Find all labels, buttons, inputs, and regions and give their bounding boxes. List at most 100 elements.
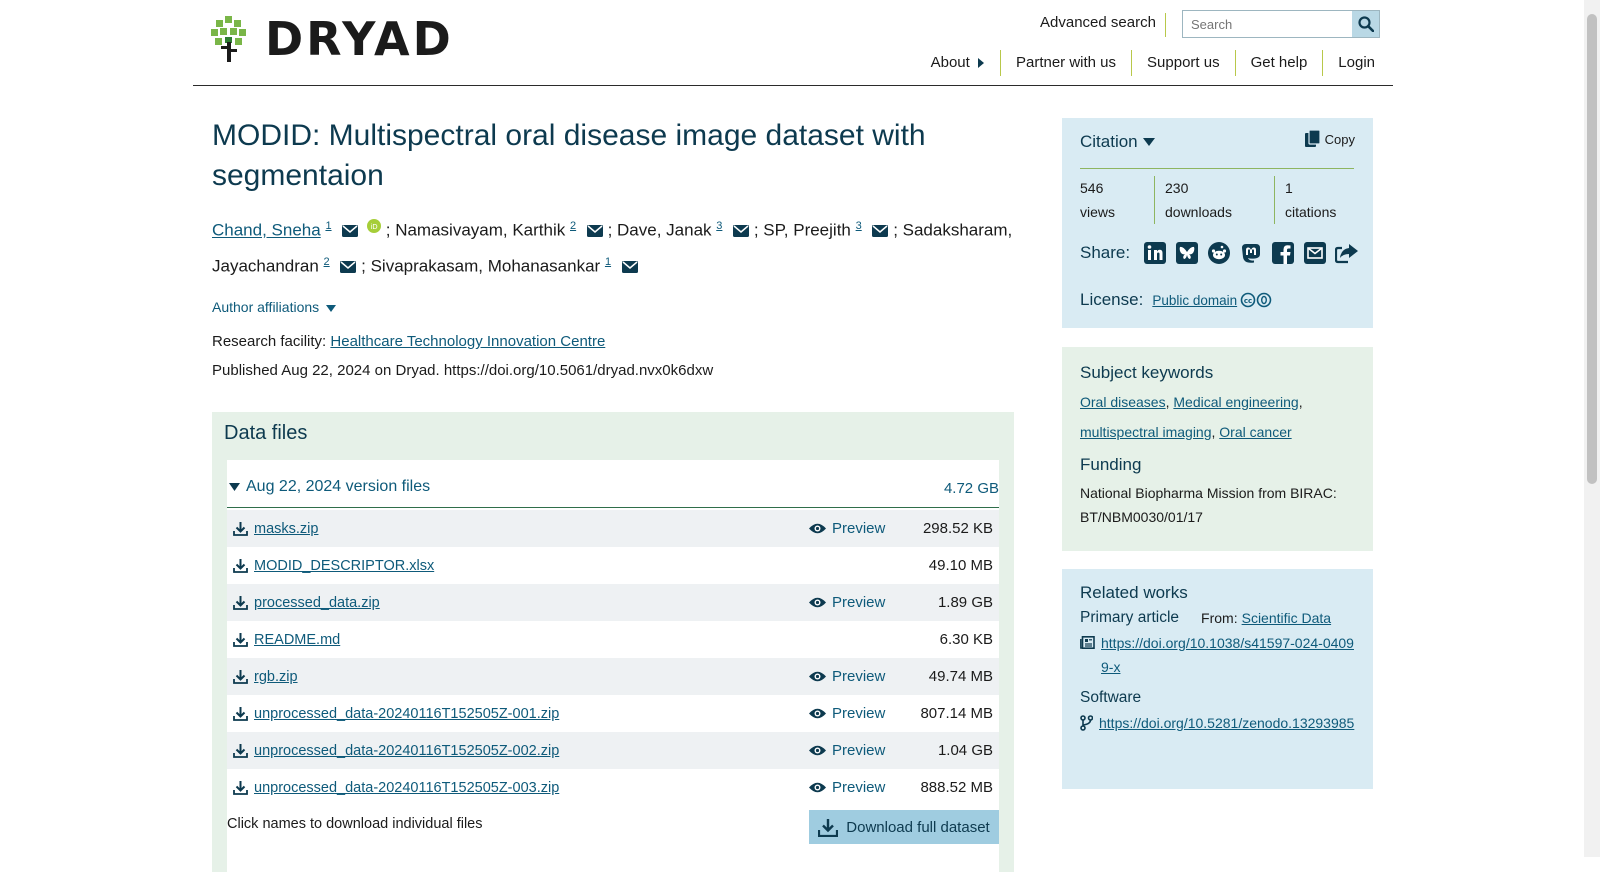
author-name: Dave, Janak — [617, 220, 712, 240]
divider — [1165, 13, 1166, 37]
data-files-list: Aug 22, 2024 version files 4.72 GB masks… — [227, 460, 999, 880]
scrollbar-thumb[interactable] — [1587, 14, 1597, 484]
keyword-link[interactable]: Oral cancer — [1219, 424, 1291, 440]
reddit-icon[interactable] — [1206, 240, 1232, 266]
preview-button[interactable]: Preview — [808, 510, 885, 547]
download-icon[interactable] — [233, 743, 248, 758]
svg-text:cc: cc — [1244, 297, 1252, 305]
nav-login[interactable]: Login — [1322, 50, 1375, 76]
citation-toggle[interactable]: Citation — [1080, 132, 1155, 152]
author-name-link[interactable]: Chand, Sneha — [212, 221, 321, 240]
eye-icon — [809, 745, 826, 756]
preview-button[interactable]: Preview — [808, 658, 885, 695]
affiliation-ref[interactable]: 1 — [605, 253, 611, 269]
nav-support[interactable]: Support us — [1131, 50, 1235, 76]
software-link[interactable]: https://doi.org/10.5281/zenodo.13293985 — [1099, 711, 1354, 735]
license-link[interactable]: Public domain — [1152, 293, 1237, 308]
affiliation-ref[interactable]: 3 — [856, 217, 862, 233]
file-name-link[interactable]: MODID_DESCRIPTOR.xlsx — [254, 558, 434, 574]
download-icon[interactable] — [233, 669, 248, 684]
page-title: MODID: Multispectral oral disease image … — [212, 119, 926, 192]
file-name-link[interactable]: masks.zip — [254, 521, 318, 537]
research-facility-link[interactable]: Healthcare Technology Innovation Centre — [330, 333, 605, 350]
file-name-link[interactable]: README.md — [254, 632, 340, 648]
svg-text:iD: iD — [370, 223, 377, 231]
scrollbar-track[interactable] — [1584, 0, 1600, 857]
nav-about-label: About — [930, 54, 970, 71]
download-icon — [818, 818, 839, 837]
file-name-link[interactable]: rgb.zip — [254, 669, 298, 685]
email-icon[interactable] — [621, 260, 638, 273]
email-icon[interactable] — [1302, 240, 1328, 266]
download-icon[interactable] — [233, 706, 248, 721]
nav-about[interactable]: About — [916, 50, 1000, 76]
affiliation-ref[interactable]: 2 — [570, 217, 576, 233]
download-icon[interactable] — [233, 632, 248, 647]
download-icon[interactable] — [233, 521, 248, 536]
file-size: 1.89 GB — [937, 594, 993, 611]
clipboard-icon — [1304, 130, 1321, 147]
advanced-search-link[interactable]: Advanced search — [1040, 14, 1156, 31]
download-icon[interactable] — [233, 595, 248, 610]
file-size: 298.52 KB — [922, 520, 993, 537]
search-button[interactable] — [1352, 11, 1379, 37]
primary-article-label: Primary article — [1080, 609, 1180, 626]
nav-partner[interactable]: Partner with us — [999, 50, 1131, 76]
preview-button[interactable]: Preview — [808, 769, 885, 806]
file-size: 807.14 MB — [920, 705, 993, 722]
license-label: License: — [1080, 290, 1144, 309]
author-name: Sadaksharam, Jayachandran — [212, 220, 1013, 276]
orcid-icon[interactable]: iD — [367, 218, 382, 233]
from-label: From: — [1201, 610, 1238, 626]
citation-label: Citation — [1080, 132, 1138, 151]
share-icon[interactable] — [1334, 240, 1360, 266]
preview-button[interactable]: Preview — [808, 584, 885, 621]
primary-article-link[interactable]: https://doi.org/10.1038/s41597-024-04099… — [1101, 631, 1355, 679]
dryad-logo[interactable]: DRYAD — [211, 16, 454, 62]
preview-button[interactable]: Preview — [808, 695, 885, 732]
email-icon[interactable] — [872, 225, 889, 238]
email-icon[interactable] — [586, 225, 603, 238]
affiliation-ref[interactable]: 3 — [716, 217, 722, 233]
affiliation-ref[interactable]: 1 — [325, 217, 331, 233]
download-icon[interactable] — [233, 780, 248, 795]
keyword-link[interactable]: Oral diseases — [1080, 394, 1166, 410]
file-name-link[interactable]: processed_data.zip — [254, 595, 380, 611]
journal-link[interactable]: Scientific Data — [1242, 610, 1331, 626]
email-icon[interactable] — [340, 260, 357, 273]
eye-icon — [809, 671, 826, 682]
nav-help[interactable]: Get help — [1234, 50, 1323, 76]
eye-icon — [809, 708, 826, 719]
linkedin-icon[interactable] — [1142, 240, 1168, 266]
author-affiliations-toggle[interactable]: Author affiliations — [212, 299, 1014, 315]
dryad-tree-icon — [211, 16, 246, 62]
keyword-link[interactable]: Medical engineering — [1173, 394, 1298, 410]
file-name-link[interactable]: unprocessed_data-20240116T152505Z-003.zi… — [254, 780, 559, 796]
mastodon-icon[interactable] — [1238, 240, 1264, 266]
related-works-heading: Related works — [1080, 583, 1188, 602]
file-name-link[interactable]: unprocessed_data-20240116T152505Z-001.zi… — [254, 706, 559, 722]
search-input[interactable] — [1183, 11, 1352, 37]
version-toggle[interactable]: Aug 22, 2024 version files — [229, 478, 430, 496]
divider — [1080, 168, 1354, 169]
download-full-dataset-button[interactable]: Download full dataset — [809, 810, 999, 844]
data-files-heading: Data files — [224, 422, 308, 444]
copy-citation-button[interactable]: Copy — [1304, 130, 1355, 148]
file-row: unprocessed_data-20240116T152505Z-001.zi… — [227, 695, 999, 732]
download-icon[interactable] — [233, 558, 248, 573]
caret-down-icon — [229, 483, 240, 491]
affiliation-ref[interactable]: 2 — [324, 253, 330, 269]
metrics: 546 views 230 downloads 1 citations — [1080, 176, 1354, 224]
preview-button[interactable]: Preview — [808, 732, 885, 769]
funding-text: National Biopharma Mission from BIRAC: B… — [1080, 485, 1337, 525]
email-icon[interactable] — [733, 225, 750, 238]
primary-article-link-row: https://doi.org/10.1038/s41597-024-04099… — [1080, 631, 1355, 679]
version-label: Aug 22, 2024 version files — [246, 478, 431, 495]
bluesky-icon[interactable] — [1174, 240, 1200, 266]
dataset-main: MODID: Multispectral oral disease image … — [212, 116, 1014, 379]
file-name-link[interactable]: unprocessed_data-20240116T152505Z-002.zi… — [254, 743, 559, 759]
facebook-icon[interactable] — [1270, 240, 1296, 266]
site-header: DRYAD Advanced search About Partner with… — [193, 0, 1393, 86]
keyword-link[interactable]: multispectral imaging — [1080, 424, 1212, 440]
email-icon[interactable] — [342, 225, 359, 238]
